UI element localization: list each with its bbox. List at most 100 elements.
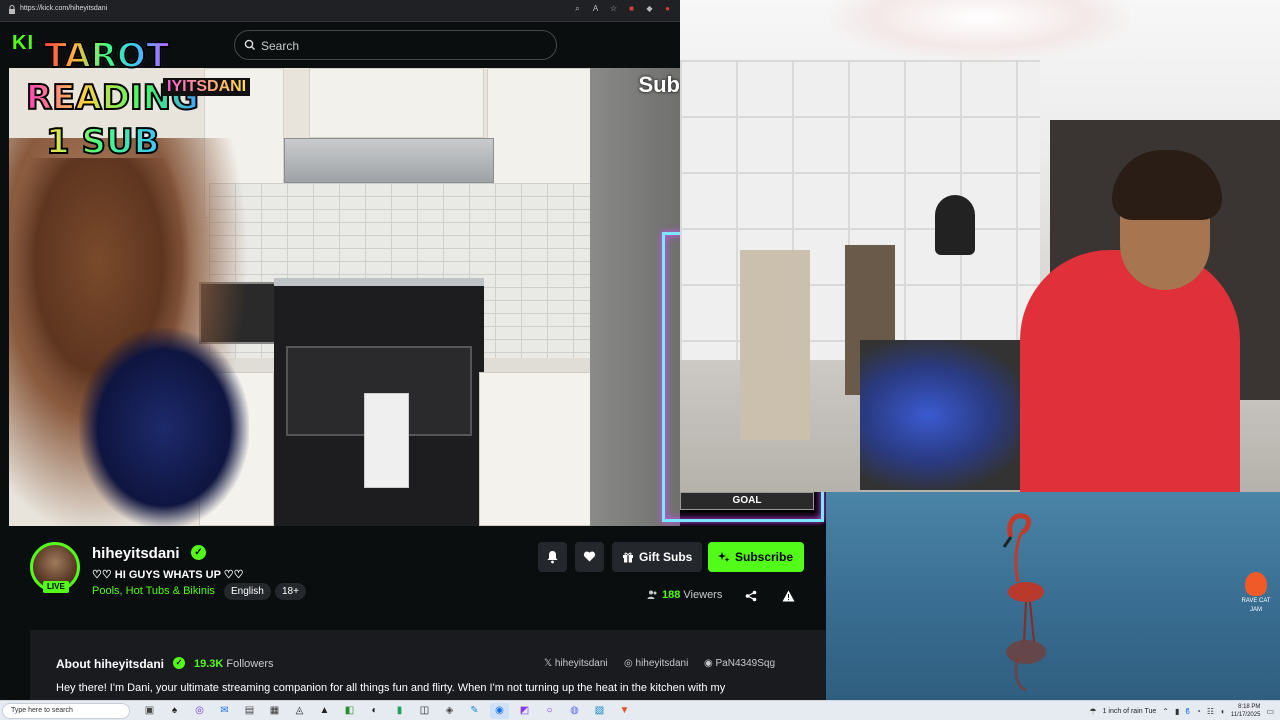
tray-mic-icon[interactable]: ▮ <box>1175 707 1179 716</box>
chrome-icon[interactable]: ◉ <box>490 703 509 719</box>
goal-bar: GOAL <box>680 492 814 510</box>
tray-chevron-icon[interactable]: ⌃ <box>1162 707 1169 716</box>
taskbar-search[interactable]: Type here to search <box>2 703 130 719</box>
followers-number: 19.3K <box>194 658 224 670</box>
bookmark-star-icon[interactable]: ☆ <box>609 4 618 13</box>
discord-icon: ◉ <box>704 658 713 669</box>
hanging-towel <box>740 250 810 440</box>
report-warning-icon[interactable] <box>782 590 795 602</box>
alienware-icon[interactable]: ◬ <box>290 703 309 719</box>
flamingo-image <box>1002 513 1046 692</box>
tag-mature[interactable]: 18+ <box>275 583 306 600</box>
rave-cat-label-2: JAM <box>1250 607 1262 613</box>
kick-app-icon[interactable]: ▮ <box>390 703 409 719</box>
viewer-count: 188 Viewers <box>647 589 722 601</box>
clock-time: 8:18 PM <box>1238 704 1261 710</box>
viewer-count-number: 188 <box>662 589 681 601</box>
subscribe-button[interactable]: Subscribe <box>708 542 804 572</box>
browser-toolbar: ⌕ A ☆ ■ ◆ ● <box>573 4 672 13</box>
tray-app-icon[interactable]: ◔ <box>1196 707 1201 716</box>
volume-icon[interactable]: ◖ <box>1220 707 1225 716</box>
tarot-overlay: TAROT READING IYITSDANI 1 SUB <box>18 35 258 166</box>
bluetooth-icon[interactable]: ϐ <box>1185 707 1190 716</box>
hanging-cap <box>935 195 975 255</box>
notes-icon[interactable]: ◩ <box>515 703 534 719</box>
social-discord-link[interactable]: ◉ PaN4349Sqg <box>704 658 775 669</box>
share-icon[interactable] <box>745 590 757 602</box>
network-icon[interactable]: ☷ <box>1207 707 1214 716</box>
gift-icon <box>623 552 633 563</box>
task-view-icon[interactable]: ▣ <box>140 703 159 719</box>
edit-icon[interactable]: ✎ <box>465 703 484 719</box>
overlay-handle: IYITSDANI <box>163 78 251 96</box>
photos-icon[interactable]: ▦ <box>265 703 284 719</box>
ceiling-light <box>830 0 1130 60</box>
clothes-pile <box>860 340 1030 490</box>
taskbar-search-placeholder: Type here to search <box>11 707 73 714</box>
desktop-wallpaper: RAVE CAT JAM <box>826 492 1280 700</box>
extension-red-icon[interactable]: ● <box>663 4 672 13</box>
outlook-icon[interactable]: ✉ <box>215 703 234 719</box>
follow-button[interactable] <box>575 542 604 572</box>
x-icon: 𝕏 <box>544 658 553 669</box>
discord-taskbar-icon[interactable]: ◍ <box>565 703 584 719</box>
address-bar[interactable]: https://kick.com/hiheyitsdani ⌕ A ☆ ■ ◆ … <box>0 0 680 22</box>
social-x-link[interactable]: 𝕏 hiheyitsdani <box>544 658 608 669</box>
rave-cat-icon <box>1245 572 1267 596</box>
notification-center-icon[interactable]: ▭ <box>1266 707 1274 716</box>
upper-cabinet-middle <box>309 68 484 138</box>
goal-label: GOAL <box>732 495 762 506</box>
gift-subs-button[interactable]: Gift Subs <box>612 542 702 572</box>
nvidia-icon[interactable]: ◧ <box>340 703 359 719</box>
capture-icon[interactable]: ◫ <box>415 703 434 719</box>
github-icon[interactable]: ◐ <box>365 703 384 719</box>
about-verified-icon: ✓ <box>173 657 185 669</box>
taskbar: Type here to search ▣ ♠ ◎ ✉ ▤ ▦ ◬ ▲ ◧ ◐ … <box>0 700 1280 720</box>
extension-diamond-icon[interactable]: ◆ <box>645 4 654 13</box>
heart-icon <box>583 551 596 562</box>
followers-count: 19.3K Followers <box>194 658 274 670</box>
streamer-outfit <box>79 328 249 526</box>
about-description: Hey there! I'm Dani, your ultimate strea… <box>56 682 726 694</box>
category-link[interactable]: Pools, Hot Tubs & Bikinis <box>92 585 215 597</box>
dish-towel <box>364 393 409 488</box>
about-heading: About hiheyitsdani <box>56 657 164 671</box>
brave-icon[interactable]: ▼ <box>615 703 634 719</box>
notification-button[interactable] <box>538 542 567 572</box>
verified-icon: ✓ <box>191 545 206 560</box>
url-text[interactable]: https://kick.com/hiheyitsdani <box>20 5 107 12</box>
instagram-icon: ◎ <box>624 658 633 669</box>
zoom-icon[interactable]: ⌕ <box>573 4 582 13</box>
viewer-count-label: Viewers <box>683 589 723 601</box>
system-tray: ☂ 1 inch of rain Tue ⌃ ▮ ϐ ◔ ☷ ◖ 8:18 PM… <box>1089 701 1280 720</box>
channel-name[interactable]: hiheyitsdani <box>92 545 180 562</box>
search-input[interactable]: Search <box>234 30 557 60</box>
clock-date: 11/17/2025 <box>1230 712 1261 718</box>
webcam-feed <box>680 0 1280 492</box>
read-aloud-icon[interactable]: A <box>591 4 600 13</box>
gift-subs-label: Gift Subs <box>639 550 693 564</box>
overlay-handle-text: IYITSDANI <box>167 78 247 95</box>
steam-icon[interactable]: ◈ <box>440 703 459 719</box>
rave-cat-shortcut[interactable]: RAVE CAT JAM <box>1236 572 1276 614</box>
live-badge: LIVE <box>43 581 69 593</box>
taskbar-apps: ▣ ♠ ◎ ✉ ▤ ▦ ◬ ▲ ◧ ◐ ▮ ◫ ◈ ✎ ◉ ◩ ○ ◍ ▧ ▼ <box>140 703 634 719</box>
screen: https://kick.com/hiheyitsdani ⌕ A ☆ ■ ◆ … <box>0 0 1280 720</box>
weather-text[interactable]: 1 inch of rain Tue <box>1103 708 1157 715</box>
tarot-line-1: TAROT <box>43 35 170 77</box>
rave-cat-label-1: RAVE CAT <box>1241 598 1271 604</box>
clock[interactable]: 8:18 PM 11/17/2025 <box>1231 703 1261 719</box>
social-x-label: hiheyitsdani <box>554 658 608 669</box>
obs-icon[interactable]: ◎ <box>190 703 209 719</box>
social-instagram-label: hiheyitsdani <box>635 658 689 669</box>
browser-icon[interactable]: ○ <box>540 703 559 719</box>
weather-icon: ☂ <box>1089 706 1097 716</box>
mic-app-icon[interactable]: ♠ <box>165 703 184 719</box>
tarot-line-3: 1 SUB <box>45 121 161 163</box>
extension-icon[interactable]: ■ <box>627 4 636 13</box>
editor-icon[interactable]: ▧ <box>590 703 609 719</box>
social-instagram-link[interactable]: ◎ hiheyitsdani <box>624 658 688 669</box>
explorer-icon[interactable]: ▤ <box>240 703 259 719</box>
tag-language[interactable]: English <box>224 583 271 600</box>
app-icon-a[interactable]: ▲ <box>315 703 334 719</box>
